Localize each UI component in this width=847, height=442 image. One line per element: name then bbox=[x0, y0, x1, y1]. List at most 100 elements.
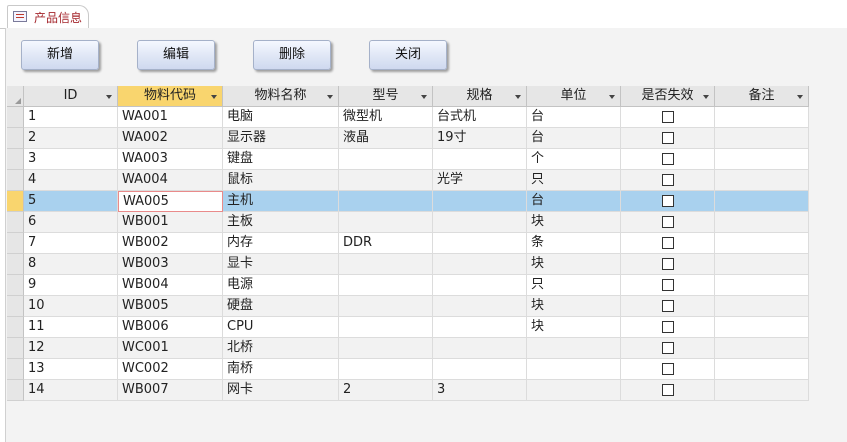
unit-cell[interactable]: 条 bbox=[527, 233, 621, 254]
inactive-cell[interactable] bbox=[621, 128, 715, 149]
model-cell[interactable] bbox=[339, 296, 433, 317]
code-cell[interactable]: WA004 bbox=[118, 170, 223, 191]
inactive-checkbox[interactable] bbox=[662, 195, 674, 207]
row-selector[interactable] bbox=[7, 170, 24, 191]
spec-cell[interactable] bbox=[433, 338, 527, 359]
inactive-checkbox[interactable] bbox=[662, 237, 674, 249]
unit-cell[interactable]: 块 bbox=[527, 254, 621, 275]
spec-cell[interactable] bbox=[433, 149, 527, 170]
name-cell[interactable]: 显示器 bbox=[223, 128, 339, 149]
select-all-corner[interactable] bbox=[7, 86, 24, 107]
inactive-cell[interactable] bbox=[621, 170, 715, 191]
id-cell[interactable]: 1 bbox=[24, 107, 118, 128]
unit-cell[interactable]: 台 bbox=[527, 191, 621, 212]
unit-cell[interactable]: 台 bbox=[527, 107, 621, 128]
code-cell[interactable]: WA001 bbox=[118, 107, 223, 128]
id-cell[interactable]: 4 bbox=[24, 170, 118, 191]
spec-cell[interactable] bbox=[433, 233, 527, 254]
inactive-checkbox[interactable] bbox=[662, 384, 674, 396]
model-cell[interactable] bbox=[339, 191, 433, 212]
name-cell[interactable]: 鼠标 bbox=[223, 170, 339, 191]
note-cell[interactable] bbox=[715, 296, 809, 317]
name-cell[interactable]: CPU bbox=[223, 317, 339, 338]
note-cell[interactable] bbox=[715, 275, 809, 296]
id-cell[interactable]: 2 bbox=[24, 128, 118, 149]
id-cell[interactable]: 13 bbox=[24, 359, 118, 380]
spec-cell[interactable]: 台式机 bbox=[433, 107, 527, 128]
add-button[interactable]: 新增 bbox=[21, 40, 99, 70]
id-cell[interactable]: 12 bbox=[24, 338, 118, 359]
inactive-cell[interactable] bbox=[621, 317, 715, 338]
table-row[interactable]: 4 WA004 鼠标 光学只 bbox=[7, 170, 817, 191]
inactive-cell[interactable] bbox=[621, 359, 715, 380]
id-cell[interactable]: 5 bbox=[24, 191, 118, 212]
model-cell[interactable] bbox=[339, 275, 433, 296]
tab-product-info[interactable]: 产品信息 bbox=[7, 5, 89, 28]
inactive-checkbox[interactable] bbox=[662, 258, 674, 270]
unit-cell[interactable]: 只 bbox=[527, 275, 621, 296]
id-column-header[interactable]: ID bbox=[24, 86, 118, 107]
code-cell[interactable]: WB006 bbox=[118, 317, 223, 338]
dropdown-arrow-icon[interactable] bbox=[421, 95, 427, 99]
id-cell[interactable]: 7 bbox=[24, 233, 118, 254]
id-cell[interactable]: 6 bbox=[24, 212, 118, 233]
name-cell[interactable]: 北桥 bbox=[223, 338, 339, 359]
note-cell[interactable] bbox=[715, 380, 809, 401]
spec-cell[interactable] bbox=[433, 359, 527, 380]
delete-button[interactable]: 删除 bbox=[253, 40, 331, 70]
note-cell[interactable] bbox=[715, 254, 809, 275]
unit-cell[interactable] bbox=[527, 359, 621, 380]
row-selector[interactable] bbox=[7, 317, 24, 338]
table-row[interactable]: 7 WB002 内存 DDR 条 bbox=[7, 233, 817, 254]
model-cell[interactable] bbox=[339, 149, 433, 170]
id-cell[interactable]: 8 bbox=[24, 254, 118, 275]
model-cell[interactable] bbox=[339, 338, 433, 359]
model-cell[interactable] bbox=[339, 317, 433, 338]
table-row[interactable]: 13 WC002 南桥 bbox=[7, 359, 817, 380]
code-cell[interactable]: WB002 bbox=[118, 233, 223, 254]
note-cell[interactable] bbox=[715, 359, 809, 380]
name-column-header[interactable]: 物料名称 bbox=[223, 86, 339, 107]
note-cell[interactable] bbox=[715, 212, 809, 233]
name-cell[interactable]: 内存 bbox=[223, 233, 339, 254]
unit-cell[interactable] bbox=[527, 380, 621, 401]
model-cell[interactable]: 微型机 bbox=[339, 107, 433, 128]
id-cell[interactable]: 11 bbox=[24, 317, 118, 338]
code-cell[interactable]: WC002 bbox=[118, 359, 223, 380]
dropdown-arrow-icon[interactable] bbox=[797, 95, 803, 99]
spec-cell[interactable] bbox=[433, 212, 527, 233]
unit-cell[interactable] bbox=[527, 338, 621, 359]
spec-cell[interactable] bbox=[433, 275, 527, 296]
row-selector[interactable] bbox=[7, 212, 24, 233]
note-cell[interactable] bbox=[715, 149, 809, 170]
unit-cell[interactable]: 个 bbox=[527, 149, 621, 170]
table-row[interactable]: 10 WB005 硬盘 块 bbox=[7, 296, 817, 317]
model-cell[interactable]: DDR bbox=[339, 233, 433, 254]
inactive-checkbox[interactable] bbox=[662, 300, 674, 312]
inactive-column-header[interactable]: 是否失效 bbox=[621, 86, 715, 107]
edit-button[interactable]: 编辑 bbox=[137, 40, 215, 70]
dropdown-arrow-icon[interactable] bbox=[609, 95, 615, 99]
table-row[interactable]: 2 WA002 显示器 液晶 19寸台 bbox=[7, 128, 817, 149]
spec-cell[interactable] bbox=[433, 254, 527, 275]
inactive-cell[interactable] bbox=[621, 380, 715, 401]
table-row[interactable]: 14 WB007 网卡 2 3 bbox=[7, 380, 817, 401]
name-cell[interactable]: 电脑 bbox=[223, 107, 339, 128]
table-row[interactable]: 6 WB001 主板 块 bbox=[7, 212, 817, 233]
spec-cell[interactable] bbox=[433, 191, 527, 212]
inactive-checkbox[interactable] bbox=[662, 153, 674, 165]
code-cell[interactable]: WB005 bbox=[118, 296, 223, 317]
code-cell[interactable]: WB004 bbox=[118, 275, 223, 296]
spec-cell[interactable] bbox=[433, 317, 527, 338]
inactive-cell[interactable] bbox=[621, 107, 715, 128]
code-cell[interactable]: WB003 bbox=[118, 254, 223, 275]
model-cell[interactable] bbox=[339, 212, 433, 233]
inactive-cell[interactable] bbox=[621, 275, 715, 296]
note-cell[interactable] bbox=[715, 128, 809, 149]
code-cell[interactable]: WB007 bbox=[118, 380, 223, 401]
unit-cell[interactable]: 块 bbox=[527, 317, 621, 338]
inactive-cell[interactable] bbox=[621, 233, 715, 254]
name-cell[interactable]: 键盘 bbox=[223, 149, 339, 170]
note-cell[interactable] bbox=[715, 170, 809, 191]
name-cell[interactable]: 电源 bbox=[223, 275, 339, 296]
